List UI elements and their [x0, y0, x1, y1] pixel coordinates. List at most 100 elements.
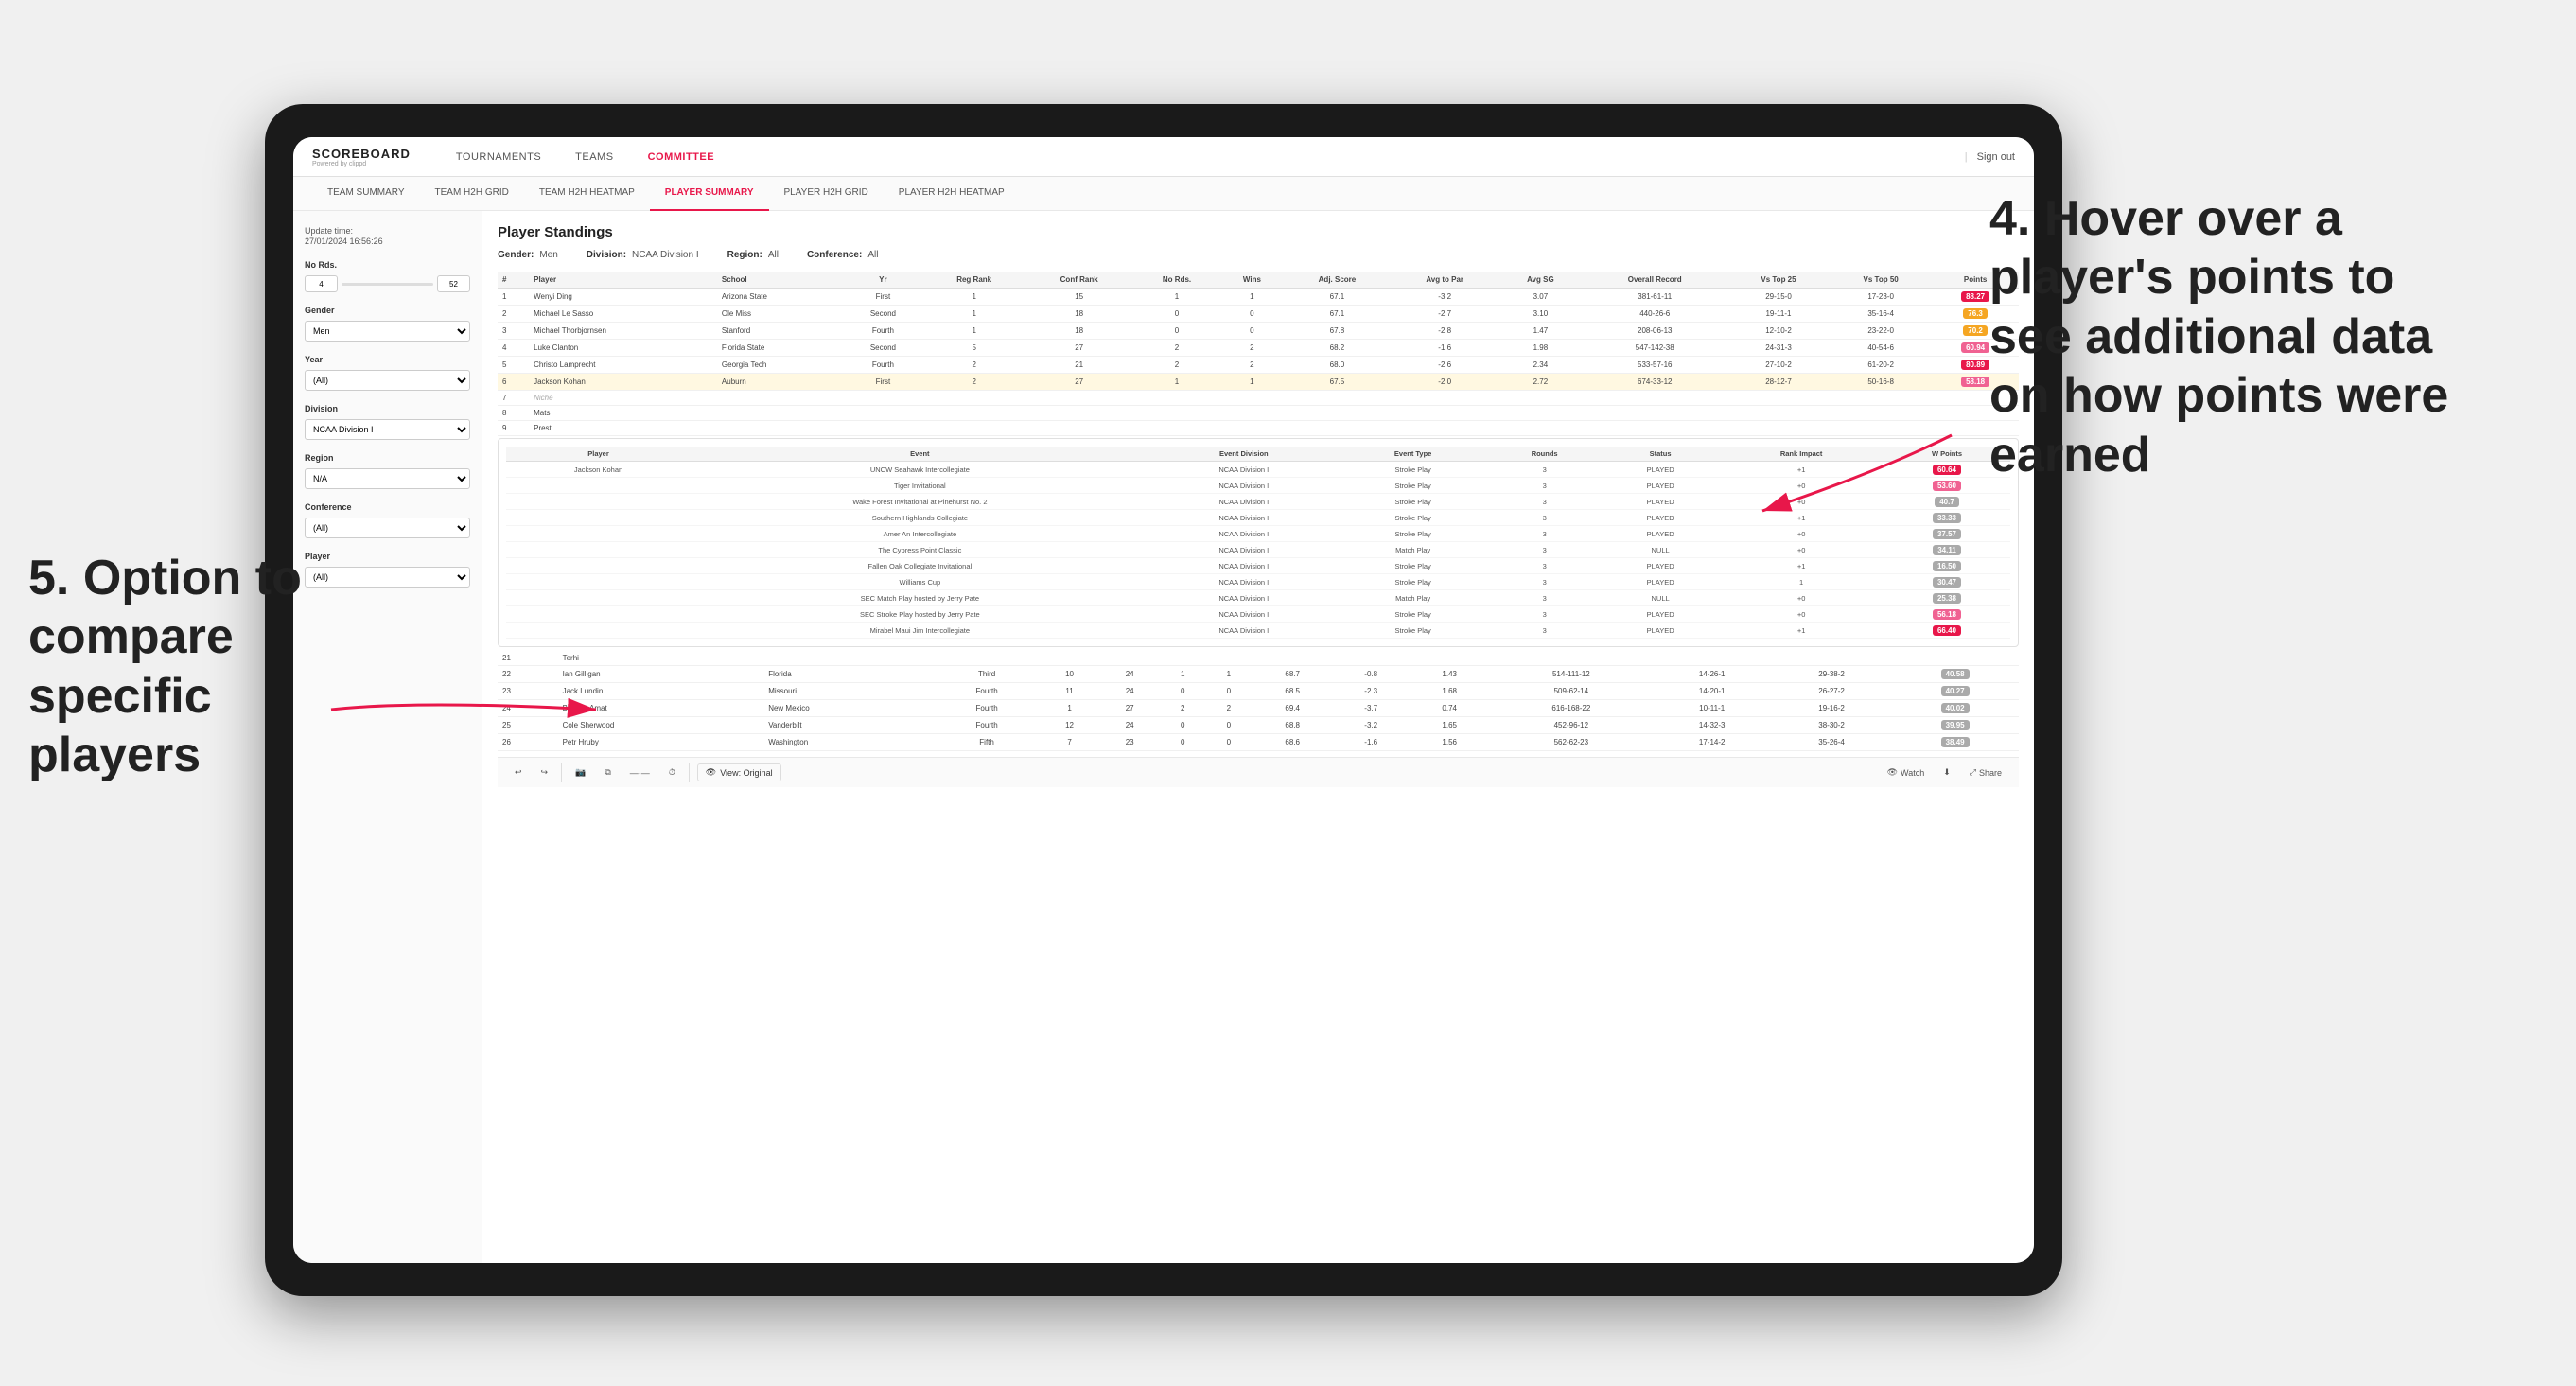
tooltip-row: Mirabel Maui Jim Intercollegiate NCAA Di…: [506, 623, 2010, 639]
nav-items: TOURNAMENTS TEAMS COMMITTEE: [439, 137, 1965, 177]
points-badge[interactable]: 88.27: [1961, 291, 1989, 302]
filter-gender-value: Men: [539, 250, 557, 260]
col-avg-sg: Avg SG: [1498, 272, 1582, 289]
conference-select[interactable]: (All): [305, 518, 470, 538]
tt-points-badge[interactable]: 25.38: [1933, 593, 1961, 604]
tt-points-badge[interactable]: 30.47: [1933, 577, 1961, 588]
sub-nav-team-h2h-heatmap[interactable]: TEAM H2H HEATMAP: [524, 177, 650, 211]
toolbar-sep-1: [561, 763, 562, 782]
gender-section: Gender Men Women: [305, 306, 470, 342]
sub-nav-player-summary[interactable]: PLAYER SUMMARY: [650, 177, 769, 211]
points-badge[interactable]: 80.89: [1961, 360, 1989, 370]
watch-btn[interactable]: 👁 Watch: [1882, 764, 1931, 781]
points-badge-highlighted[interactable]: 58.18: [1961, 377, 1989, 387]
division-select[interactable]: NCAA Division I: [305, 419, 470, 440]
sub-nav-team-h2h-grid[interactable]: TEAM H2H GRID: [420, 177, 524, 211]
tt-col-player: Player: [506, 447, 691, 462]
division-label: Division: [305, 404, 470, 413]
filter-conference-value: All: [867, 250, 878, 260]
table-row: 1 Wenyi Ding Arizona State First 11511 6…: [498, 289, 2019, 306]
tt-points-badge[interactable]: 34.11: [1933, 545, 1961, 555]
update-time-section: Update time: 27/01/2024 16:56:26: [305, 226, 470, 247]
tt-points-badge[interactable]: 37.57: [1933, 529, 1961, 539]
camera-btn[interactable]: 📷: [570, 764, 591, 781]
view-label: View: Original: [720, 768, 772, 778]
redo-btn[interactable]: ↪: [535, 764, 554, 781]
year-select[interactable]: (All): [305, 370, 470, 391]
no-rds-max-input[interactable]: [437, 275, 470, 292]
filter-region: Region: All: [727, 250, 779, 260]
toolbar-sep-2: [689, 763, 690, 782]
sub-nav-player-h2h-grid[interactable]: PLAYER H2H GRID: [769, 177, 884, 211]
gender-select[interactable]: Men Women: [305, 321, 470, 342]
standings-table: # Player School Yr Reg Rank Conf Rank No…: [498, 272, 2019, 436]
tooltip-row: Fallen Oak Collegiate Invitational NCAA …: [506, 558, 2010, 574]
logo-area: SCOREBOARD Powered by clippd: [312, 147, 411, 167]
table-row: 25 Cole Sherwood Vanderbilt Fourth 12240…: [498, 717, 2019, 734]
gender-label: Gender: [305, 306, 470, 315]
filter-gender-label: Gender:: [498, 250, 534, 260]
dash-btn[interactable]: —·—: [624, 765, 656, 781]
col-to-par: Avg to Par: [1391, 272, 1498, 289]
no-rds-min-input[interactable]: [305, 275, 338, 292]
nav-teams[interactable]: TEAMS: [558, 137, 630, 177]
table-row: 24 Bastien Amat New Mexico Fourth 12722 …: [498, 700, 2019, 717]
region-select[interactable]: N/A: [305, 468, 470, 489]
nav-right: | Sign out: [1965, 151, 2015, 163]
division-section: Division NCAA Division I: [305, 404, 470, 440]
filter-division-label: Division:: [587, 250, 626, 260]
no-rds-slider: [305, 275, 470, 292]
tt-points-badge[interactable]: 16.50: [1933, 561, 1961, 571]
clock-btn[interactable]: ⏱: [663, 764, 681, 781]
filter-gender: Gender: Men: [498, 250, 558, 260]
table-row: 5 Christo Lamprecht Georgia Tech Fourth …: [498, 357, 2019, 374]
tooltip-row: Williams Cup NCAA Division IStroke Play …: [506, 574, 2010, 590]
sign-out-link[interactable]: Sign out: [1977, 151, 2015, 163]
filter-conference: Conference: All: [807, 250, 878, 260]
download-btn[interactable]: ⬇: [1937, 764, 1956, 781]
annotation-5: 5. Option to compare specific players: [28, 549, 369, 785]
col-reg-rank: Reg Rank: [923, 272, 1025, 289]
points-badge[interactable]: 40.58: [1941, 669, 1970, 679]
update-time-label: Update time:: [305, 226, 353, 236]
points-badge[interactable]: 39.95: [1941, 720, 1970, 730]
nav-tournaments[interactable]: TOURNAMENTS: [439, 137, 558, 177]
update-time-value: 27/01/2024 16:56:26: [305, 237, 383, 246]
points-badge[interactable]: 76.3: [1963, 308, 1988, 319]
share-icon: ⤢: [1970, 767, 1976, 778]
col-yr: Yr: [843, 272, 923, 289]
tooltip-row: SEC Match Play hosted by Jerry Pate NCAA…: [506, 590, 2010, 606]
col-vs-top25: Vs Top 25: [1727, 272, 1830, 289]
copy-btn[interactable]: ⧉: [599, 764, 616, 781]
region-section: Region N/A: [305, 453, 470, 489]
annotation-4: 4. Hover over a player's points to see a…: [1989, 189, 2481, 484]
col-no-rds: No Rds.: [1133, 272, 1220, 289]
points-badge[interactable]: 38.49: [1941, 737, 1970, 747]
table-row: 2 Michael Le Sasso Ole Miss Second 11800…: [498, 306, 2019, 323]
tooltip-row: The Cypress Point Classic NCAA Division …: [506, 542, 2010, 558]
tt-points-badge[interactable]: 56.18: [1933, 609, 1961, 620]
points-badge[interactable]: 70.2: [1963, 325, 1988, 336]
conference-section: Conference (All): [305, 502, 470, 538]
points-badge[interactable]: 40.02: [1941, 703, 1970, 713]
nav-bar: SCOREBOARD Powered by clippd TOURNAMENTS…: [293, 137, 2034, 177]
view-original-btn[interactable]: 👁 View: Original: [697, 763, 781, 781]
col-rank: #: [498, 272, 529, 289]
sub-nav-team-summary[interactable]: TEAM SUMMARY: [312, 177, 420, 211]
points-badge[interactable]: 60.94: [1961, 342, 1989, 353]
share-label: Share: [1979, 768, 2002, 778]
share-btn[interactable]: ⤢ Share: [1964, 764, 2007, 781]
tt-points-badge[interactable]: 66.40: [1933, 625, 1961, 636]
sub-nav: TEAM SUMMARY TEAM H2H GRID TEAM H2H HEAT…: [293, 177, 2034, 211]
nav-committee[interactable]: COMMITTEE: [631, 137, 732, 177]
undo-btn[interactable]: ↩: [509, 764, 528, 781]
year-label: Year: [305, 355, 470, 364]
filter-region-value: All: [768, 250, 779, 260]
sub-nav-player-h2h-heatmap[interactable]: PLAYER H2H HEATMAP: [884, 177, 1020, 211]
bottom-toolbar: ↩ ↪ 📷 ⧉ —·— ⏱ 👁 View: Original 👁: [498, 757, 2019, 787]
region-label: Region: [305, 453, 470, 463]
conference-label: Conference: [305, 502, 470, 512]
no-rds-section: No Rds.: [305, 260, 470, 292]
points-badge[interactable]: 40.27: [1941, 686, 1970, 696]
filter-division: Division: NCAA Division I: [587, 250, 699, 260]
